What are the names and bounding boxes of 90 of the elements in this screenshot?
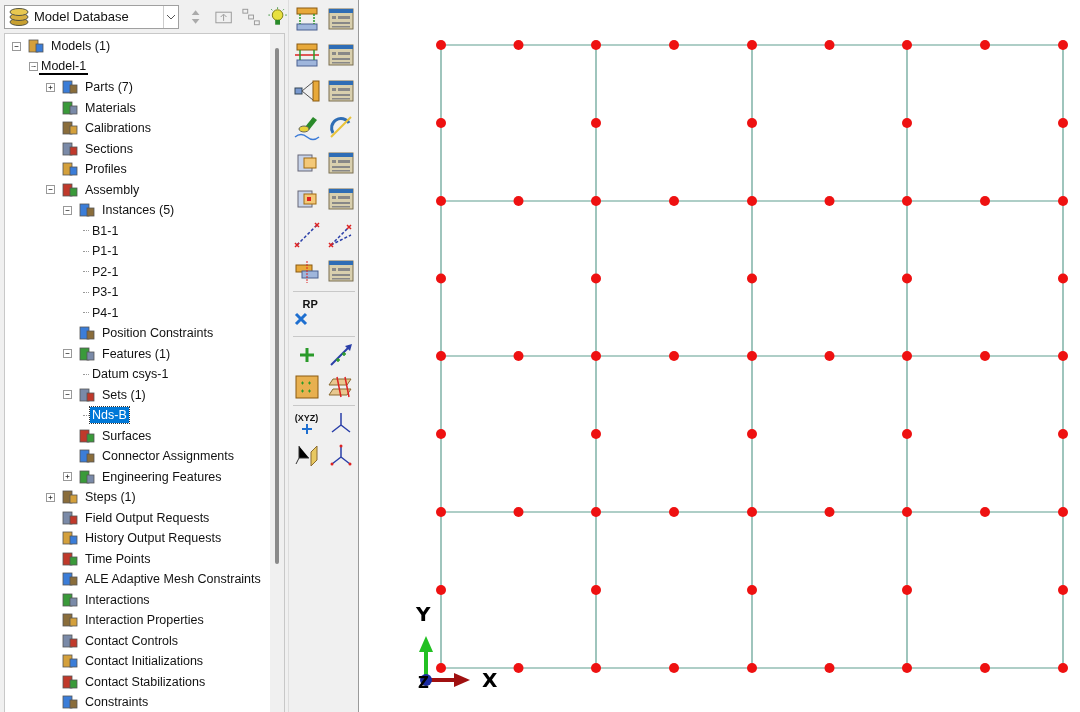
- window-icon[interactable]: [327, 43, 354, 67]
- tree-node-icon: [78, 426, 96, 445]
- tree-node-icon: [78, 324, 96, 343]
- tree-node-icon: [61, 611, 79, 630]
- tree-node-icon: [61, 590, 79, 609]
- collapse-icon[interactable]: [12, 41, 21, 51]
- tree-item[interactable]: Connector Assignments: [100, 448, 236, 465]
- tree-item[interactable]: Materials: [83, 99, 138, 116]
- grid-points-icon[interactable]: [292, 373, 321, 401]
- tie-icon[interactable]: [292, 41, 321, 69]
- tree-node-icon: [61, 529, 79, 548]
- collapse-icon[interactable]: [46, 185, 55, 195]
- tree-node-icon: [27, 37, 45, 56]
- line-icon[interactable]: [326, 221, 355, 249]
- collapse-icon[interactable]: [63, 205, 72, 215]
- tree-item[interactable]: Instances (5): [100, 202, 177, 219]
- window-icon[interactable]: [327, 79, 354, 103]
- y-axis-label: Y: [416, 602, 431, 626]
- expand-icon[interactable]: [63, 472, 72, 482]
- tree-item[interactable]: Interactions: [83, 591, 152, 608]
- tree-node-icon: [78, 385, 96, 404]
- tree-node-icon: [61, 549, 79, 568]
- tree-node-icon: [61, 570, 79, 589]
- tree-item[interactable]: Field Output Requests: [83, 509, 212, 526]
- plus-icon: [300, 423, 313, 435]
- tree-node-icon: [78, 447, 96, 466]
- tree-node-icon: [61, 119, 79, 138]
- tree-item[interactable]: Time Points: [83, 550, 153, 567]
- tree-item[interactable]: Assembly: [83, 181, 142, 198]
- tree-node-icon: [61, 78, 79, 97]
- tree-item[interactable]: Engineering Features: [100, 468, 224, 485]
- cross-icon: [293, 312, 308, 326]
- tree-item[interactable]: Sections: [83, 140, 135, 157]
- database-icon: [8, 6, 30, 27]
- lightbulb-icon[interactable]: [266, 5, 288, 28]
- tree-item[interactable]: Models (1): [49, 38, 113, 55]
- window-icon[interactable]: [327, 259, 354, 283]
- tree-node-icon: [78, 467, 96, 486]
- tree-item[interactable]: Parts (7): [83, 79, 135, 96]
- tree-node-icon: [61, 98, 79, 117]
- tree-node-icon: [61, 508, 79, 527]
- tree-item[interactable]: P4-1: [90, 304, 121, 321]
- tree-item[interactable]: Sets (1): [100, 386, 148, 403]
- tree-item[interactable]: Datum csys-1: [90, 366, 171, 383]
- collapse-icon[interactable]: [63, 390, 72, 400]
- connector-icon[interactable]: [292, 77, 321, 105]
- tree-item[interactable]: Interaction Properties: [83, 612, 206, 629]
- line-icon[interactable]: [292, 221, 321, 249]
- tree-node-icon: [61, 488, 79, 507]
- tree-item[interactable]: Surfaces: [100, 427, 154, 444]
- tree-node-icon: [78, 344, 96, 363]
- tree-node-icon: [78, 201, 96, 220]
- window-icon[interactable]: [327, 7, 354, 31]
- tree-item[interactable]: P3-1: [90, 284, 121, 301]
- tree-item[interactable]: ALE Adaptive Mesh Constraints: [83, 571, 263, 588]
- tree-item[interactable]: History Output Requests: [83, 530, 224, 547]
- datum-point-tool[interactable]: (XYZ): [294, 413, 319, 435]
- tree-node-icon: [61, 139, 79, 158]
- reference-point-tool[interactable]: RP: [290, 296, 323, 332]
- tree-item[interactable]: Profiles: [83, 161, 129, 178]
- tree-item[interactable]: Nds-B: [90, 407, 129, 424]
- axis-triad-drawing: [419, 636, 470, 687]
- scrollbar[interactable]: [270, 34, 284, 712]
- tree-item[interactable]: P1-1: [90, 243, 121, 260]
- tree-item[interactable]: Features (1): [100, 345, 173, 362]
- expand-icon[interactable]: [46, 492, 55, 502]
- tree-item[interactable]: Calibrations: [83, 120, 153, 137]
- tree-node-icon: [61, 160, 79, 179]
- tree-item[interactable]: Model-1: [39, 58, 89, 76]
- tree-item[interactable]: Position Constraints: [100, 325, 216, 342]
- tree-item[interactable]: B1-1: [90, 222, 121, 239]
- expand-icon[interactable]: [46, 82, 55, 92]
- model-database-dropdown[interactable]: Model Database: [4, 4, 180, 29]
- tree-node-icon: [61, 631, 79, 650]
- tree-item[interactable]: Steps (1): [83, 489, 138, 506]
- tree-item[interactable]: Contact Initializations: [83, 653, 206, 670]
- tree-item[interactable]: Contact Controls: [83, 632, 181, 649]
- tree-item[interactable]: Contact Stabilizations: [83, 673, 208, 690]
- tree-item[interactable]: P2-1: [90, 263, 121, 280]
- caret-icon: [166, 12, 177, 21]
- tree-node-icon: [61, 693, 79, 712]
- tree-node-icon: [61, 180, 79, 199]
- window-icon[interactable]: [327, 151, 354, 175]
- collapse-icon[interactable]: [29, 62, 38, 72]
- window-icon[interactable]: [327, 187, 354, 211]
- tree-node-icon: [61, 652, 79, 671]
- tree-item[interactable]: Constraints: [83, 694, 151, 711]
- x-axis-label: X: [482, 668, 498, 692]
- tree-node-icon: [61, 672, 79, 691]
- collapse-icon[interactable]: [63, 349, 72, 359]
